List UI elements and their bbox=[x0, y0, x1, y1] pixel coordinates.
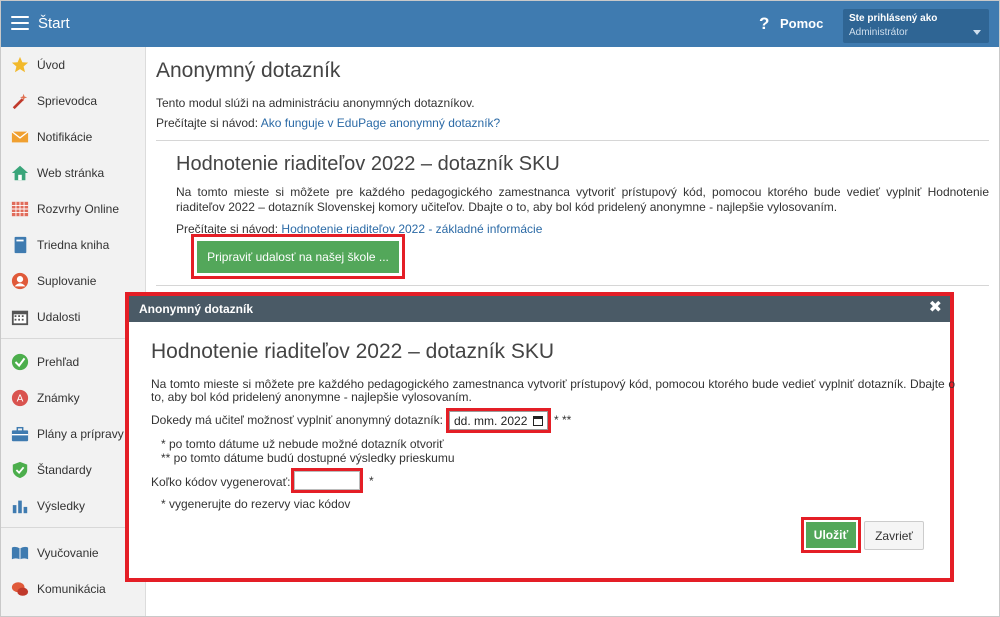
sidebar-item-label: Triedna kniha bbox=[37, 238, 110, 252]
sidebar-item-rozvrhy-online[interactable]: Rozvrhy Online bbox=[1, 194, 146, 224]
anonymous-survey-dialog: Anonymný dotazník ✖ Hodnotenie riaditeľo… bbox=[129, 296, 955, 578]
sidebar-item-label: Štandardy bbox=[37, 463, 92, 477]
count-note: * vygenerujte do rezervy viac kódov bbox=[161, 497, 351, 511]
divider bbox=[156, 140, 989, 141]
envelope-icon bbox=[11, 128, 29, 146]
svg-text:A: A bbox=[17, 394, 24, 405]
check-circle-icon bbox=[11, 353, 29, 371]
shield-check-icon bbox=[11, 461, 29, 479]
app-title[interactable]: Štart bbox=[38, 15, 70, 32]
star-icon bbox=[11, 56, 29, 74]
guide-prefix: Prečítajte si návod: bbox=[156, 116, 259, 130]
calendar-icon bbox=[11, 308, 29, 326]
count-required-mark: * bbox=[369, 474, 374, 488]
sidebar-item-label: Vyučovanie bbox=[37, 546, 99, 560]
substitute-person-icon bbox=[11, 272, 29, 290]
sidebar-item-sprievodca[interactable]: Sprievodca bbox=[1, 86, 146, 116]
guide-link[interactable]: Ako funguje v EduPage anonymný dotazník? bbox=[261, 116, 501, 130]
sidebar-item-label: Úvod bbox=[37, 58, 66, 72]
sidebar-item-web-stranka[interactable]: Web stránka bbox=[1, 158, 146, 188]
menu-icon[interactable] bbox=[11, 16, 29, 30]
divider bbox=[156, 285, 989, 286]
dialog-header-title: Anonymný dotazník bbox=[139, 302, 254, 316]
user-logged-in-label: Ste prihlásený ako bbox=[849, 13, 938, 24]
dialog-title: Hodnotenie riaditeľov 2022 – dotazník SK… bbox=[151, 340, 555, 363]
section-description: Na tomto mieste si môžete pre každého pe… bbox=[176, 185, 989, 214]
sidebar-item-label: Známky bbox=[37, 391, 80, 405]
grades-icon: A bbox=[11, 389, 29, 407]
guide-line: Prečítajte si návod: Ako funguje v EduPa… bbox=[156, 116, 500, 130]
user-role: Administrátor bbox=[849, 27, 908, 38]
section-title: Hodnotenie riaditeľov 2022 – dotazník SK… bbox=[176, 153, 560, 175]
help-icon[interactable]: ? bbox=[759, 14, 769, 34]
close-button[interactable]: Zavrieť bbox=[864, 521, 924, 550]
app-window: Štart ? Pomoc Ste prihlásený ako Adminis… bbox=[0, 0, 1000, 617]
deadline-note-1: * po tomto dátume už nebude možné dotazn… bbox=[161, 437, 444, 451]
sidebar-item-label: Plány a prípravy bbox=[37, 427, 124, 441]
deadline-date-input[interactable]: dd. mm. 2022 bbox=[449, 411, 548, 430]
top-bar: Štart ? Pomoc Ste prihlásený ako Adminis… bbox=[1, 1, 999, 47]
user-menu[interactable]: Ste prihlásený ako Administrátor bbox=[843, 9, 989, 43]
sidebar-item-label: Výsledky bbox=[37, 499, 86, 513]
home-icon bbox=[11, 164, 29, 182]
chat-bubbles-icon bbox=[11, 580, 29, 598]
module-description: Tento modul slúži na administráciu anony… bbox=[156, 96, 475, 110]
sidebar-item-label: Komunikácia bbox=[37, 582, 106, 596]
sidebar-item-notifikacie[interactable]: Notifikácie bbox=[1, 122, 146, 152]
magic-wand-icon bbox=[11, 92, 29, 110]
sidebar-item-label: Sprievodca bbox=[37, 94, 98, 108]
dialog-description: Na tomto mieste si môžete pre každého pe… bbox=[151, 377, 955, 404]
briefcase-icon bbox=[11, 425, 29, 443]
sidebar-item-label: Suplovanie bbox=[37, 274, 97, 288]
code-count-label: Koľko kódov vygenerovať: bbox=[151, 475, 291, 489]
sidebar-item-triedna-kniha[interactable]: Triedna kniha bbox=[1, 230, 146, 260]
bar-chart-icon bbox=[11, 497, 29, 515]
sidebar-item-label: Prehľad bbox=[37, 355, 80, 369]
sidebar-item-label: Notifikácie bbox=[37, 130, 93, 144]
page-title: Anonymný dotazník bbox=[156, 59, 341, 82]
sidebar-item-label: Rozvrhy Online bbox=[37, 202, 120, 216]
dialog-header: Anonymný dotazník ✖ bbox=[129, 296, 950, 322]
sidebar-item-label: Web stránka bbox=[37, 166, 105, 180]
deadline-note-2: ** po tomto dátume budú dostupné výsledk… bbox=[161, 451, 455, 465]
sidebar-item-label: Udalosti bbox=[37, 310, 81, 324]
timetable-grid-icon bbox=[11, 200, 29, 218]
help-link[interactable]: Pomoc bbox=[780, 16, 823, 31]
book-icon bbox=[11, 236, 29, 254]
open-book-icon bbox=[11, 544, 29, 562]
deadline-label: Dokedy má učiteľ možnosť vyplniť anonymn… bbox=[151, 413, 443, 427]
prepare-event-button[interactable]: Pripraviť udalosť na našej škole ... bbox=[197, 241, 399, 273]
sidebar-item-uvod[interactable]: Úvod bbox=[1, 50, 146, 80]
save-button[interactable]: Uložiť bbox=[806, 522, 856, 548]
deadline-required-marks: * ** bbox=[554, 413, 572, 427]
date-input-value: dd. mm. 2022 bbox=[454, 413, 528, 428]
chevron-down-icon bbox=[973, 30, 981, 35]
calendar-icon[interactable] bbox=[533, 416, 543, 426]
code-count-input[interactable] bbox=[294, 471, 360, 490]
close-icon[interactable]: ✖ bbox=[929, 299, 942, 317]
